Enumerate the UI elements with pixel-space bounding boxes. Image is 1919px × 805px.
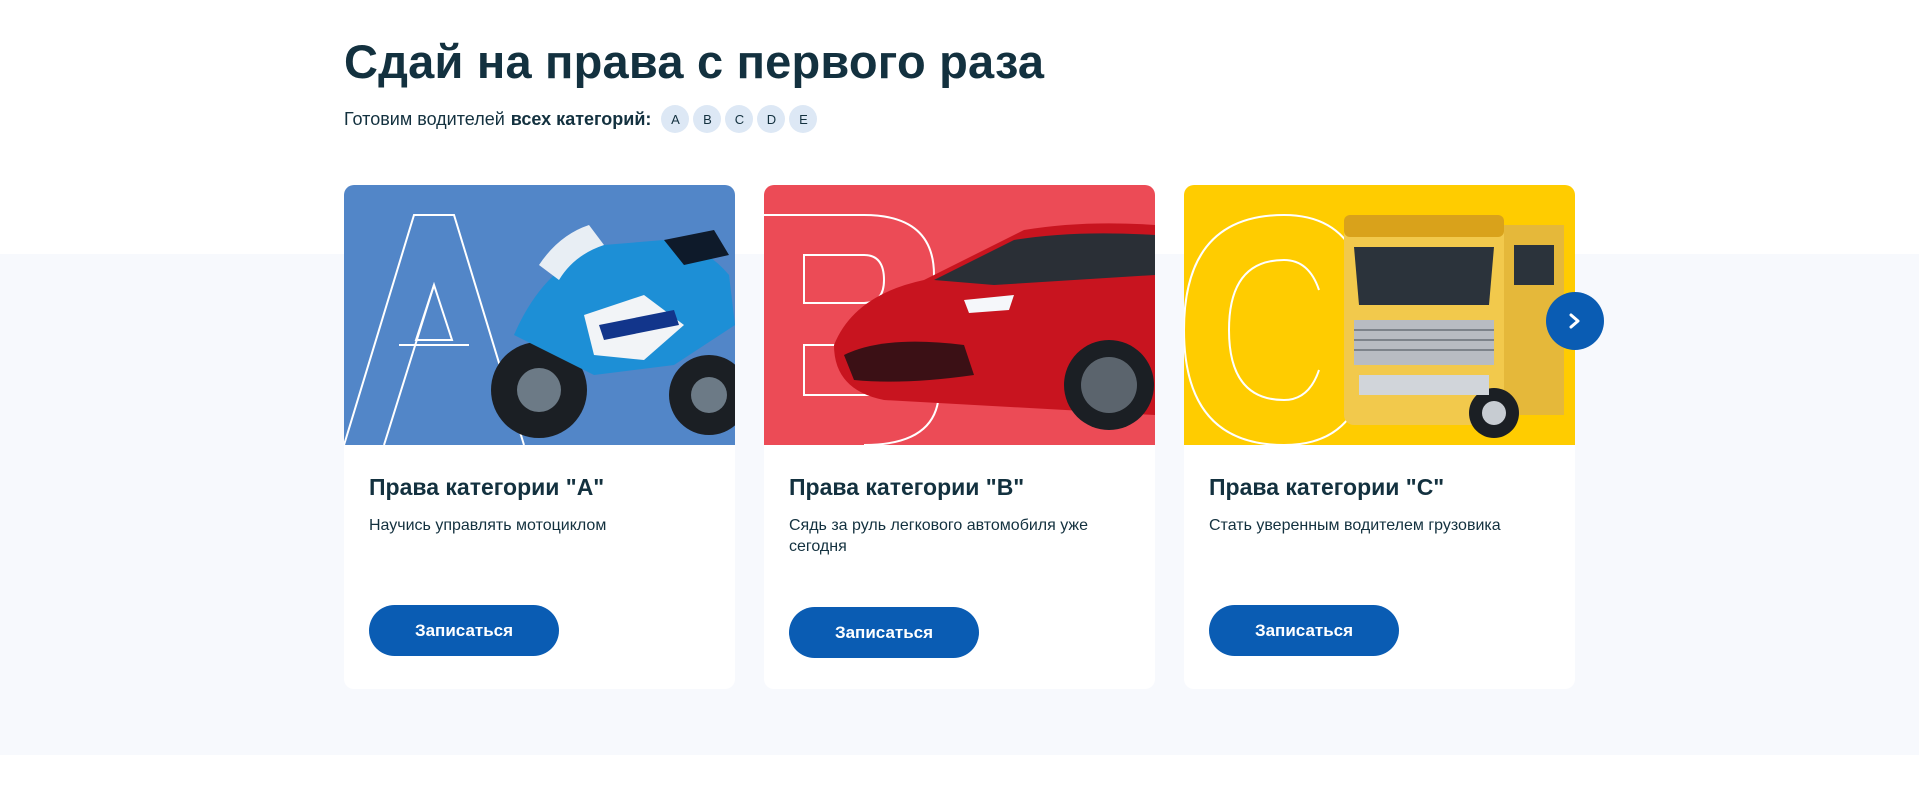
card-title: Права категории "A" xyxy=(369,474,605,500)
subtitle-bold: всех категорий: xyxy=(510,108,652,129)
card-title: Права категории "C" xyxy=(1209,474,1445,500)
category-badge-c[interactable]: C xyxy=(725,105,754,133)
slider-next-button[interactable] xyxy=(1546,292,1604,350)
enroll-button[interactable]: Записаться xyxy=(369,605,559,656)
title-highlight-text: первого xyxy=(736,35,926,88)
car-image xyxy=(764,185,1155,445)
card-category-b[interactable]: Права категории "B" Сядь за руль легково… xyxy=(764,185,1155,689)
category-badge-a[interactable]: A xyxy=(661,105,690,133)
card-description: Научись управлять мотоциклом xyxy=(369,517,607,534)
enroll-button[interactable]: Записаться xyxy=(1209,605,1399,656)
title-text-start: Сдай на права с xyxy=(344,35,737,88)
page-title: Сдай на права с первого раза xyxy=(344,34,1044,89)
chevron-right-icon xyxy=(1569,313,1580,329)
categories-subtitle: Готовим водителей всех категорий: A B C … xyxy=(344,104,821,134)
category-badge-d[interactable]: D xyxy=(757,105,786,133)
subtitle-prefix: Готовим водителей xyxy=(344,108,505,129)
truck-image xyxy=(1184,185,1575,445)
card-category-c[interactable]: Права категории "C" Стать уверенным води… xyxy=(1184,185,1575,689)
title-text-end: раза xyxy=(925,35,1045,88)
card-category-a[interactable]: Права категории "A" Научись управлять мо… xyxy=(344,185,735,689)
card-description: Сядь за руль легкового автомобиля уже се… xyxy=(789,517,1089,555)
card-title: Права категории "B" xyxy=(789,474,1025,500)
card-description: Стать уверенным водителем грузовика xyxy=(1209,517,1501,534)
category-badge-b[interactable]: B xyxy=(693,105,722,133)
motorcycle-image xyxy=(344,185,735,445)
category-badge-e[interactable]: E xyxy=(789,105,818,133)
enroll-button[interactable]: Записаться xyxy=(789,607,979,658)
title-highlight: первого xyxy=(736,34,927,89)
